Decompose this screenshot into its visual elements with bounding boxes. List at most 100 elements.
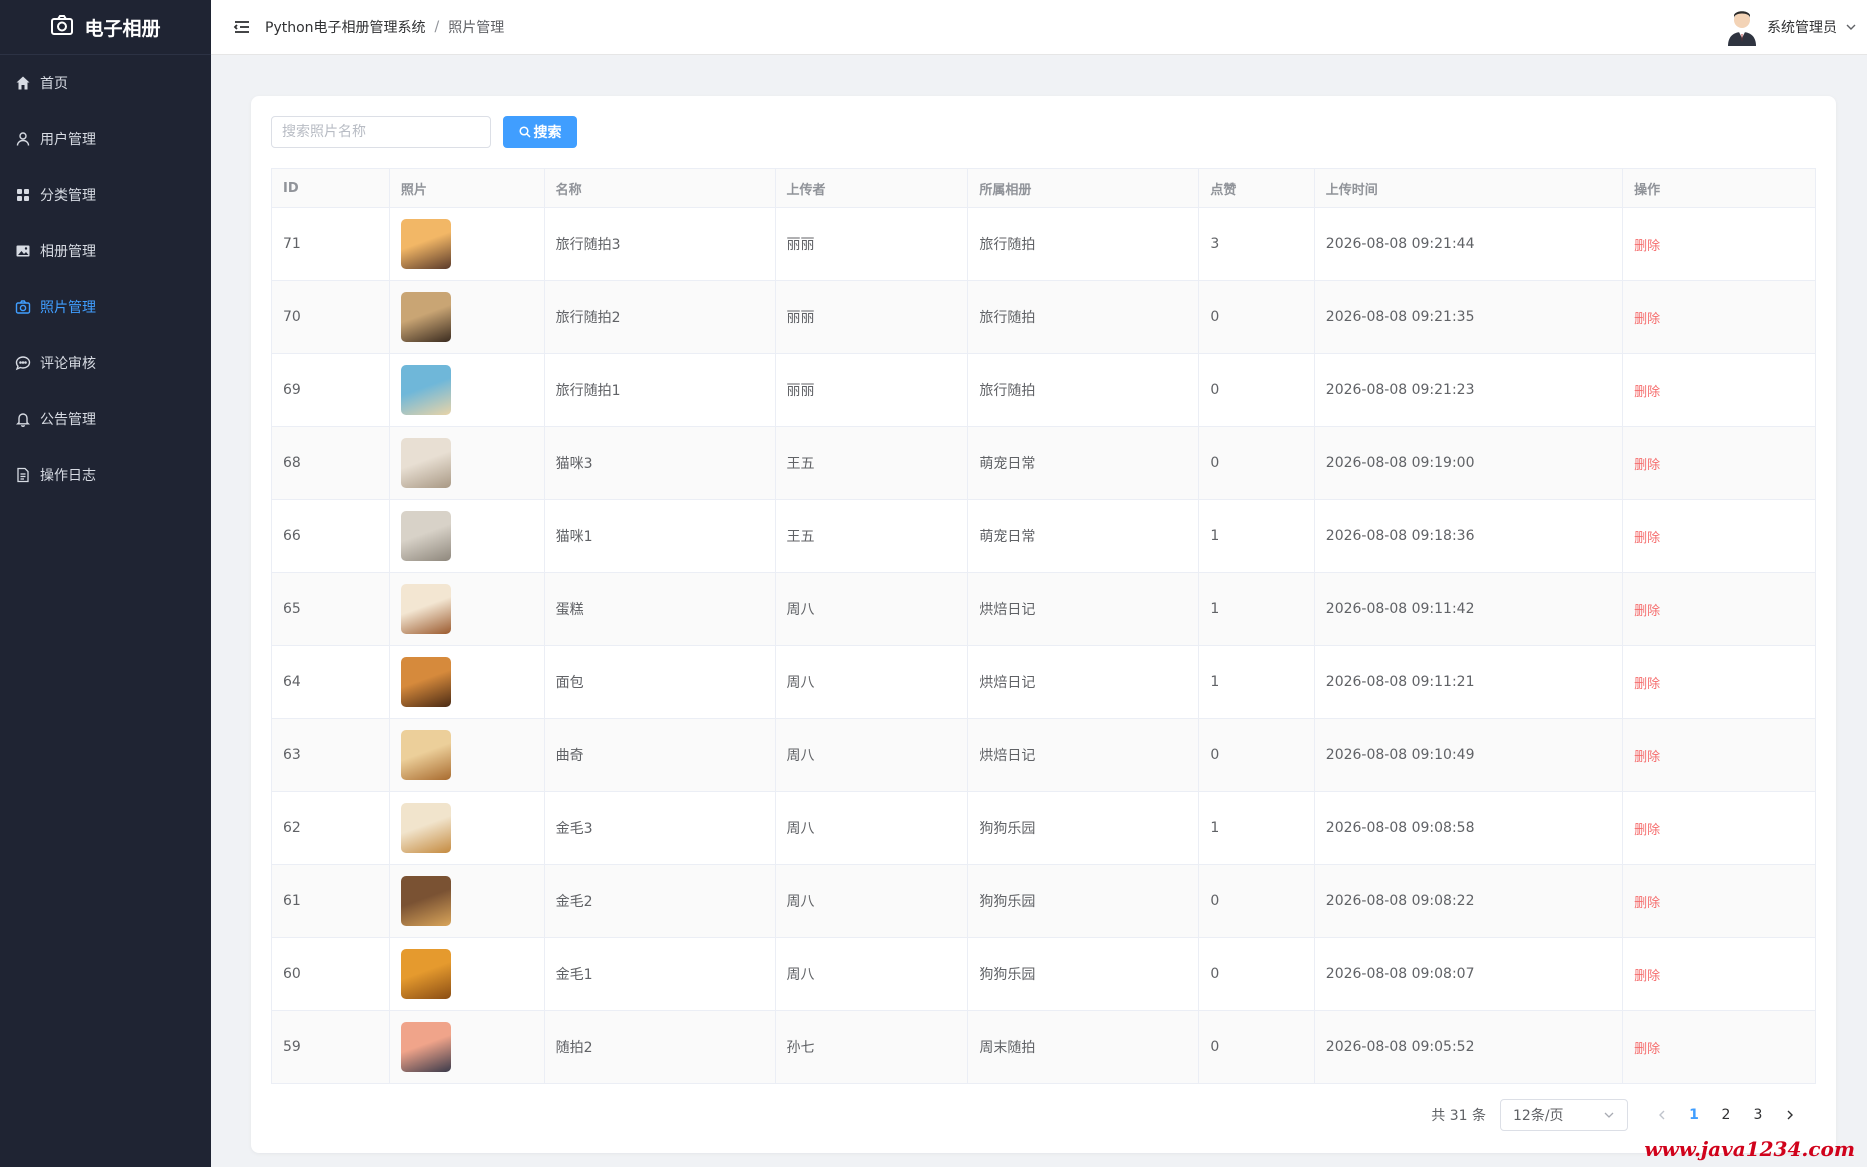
table-row: 64 面包 周八 烘焙日记 1 2026-08-08 09:11:21 删除 (271, 645, 1816, 719)
cell-uploader: 丽丽 (774, 207, 969, 281)
cell-album: 狗狗乐园 (967, 864, 1200, 938)
sidebar-item-document[interactable]: 操作日志 (0, 447, 211, 503)
cell-name: 面包 (543, 645, 776, 719)
sidebar-item-picture[interactable]: 相册管理 (0, 223, 211, 279)
cell-photo (388, 426, 545, 500)
cell-photo (388, 645, 545, 719)
search-button[interactable]: 搜索 (503, 116, 577, 148)
photo-thumbnail[interactable] (400, 949, 451, 999)
delete-button[interactable]: 删除 (1634, 458, 1660, 473)
delete-button[interactable]: 删除 (1634, 969, 1660, 984)
cell-photo (388, 1010, 545, 1084)
delete-button[interactable]: 删除 (1634, 531, 1660, 546)
cell-likes: 0 (1198, 937, 1315, 1011)
photo-thumbnail[interactable] (400, 219, 451, 269)
cell-id: 70 (271, 280, 390, 354)
page-size-select[interactable]: 12条/页 (1500, 1099, 1628, 1131)
cell-album: 萌宠日常 (967, 426, 1200, 500)
delete-button[interactable]: 删除 (1634, 604, 1660, 619)
table-row: 66 猫咪1 王五 萌宠日常 1 2026-08-08 09:18:36 删除 (271, 499, 1816, 573)
sidebar-item-label: 相册管理 (40, 244, 96, 260)
column-header: 上传时间 (1313, 168, 1624, 208)
cell-album: 烘焙日记 (967, 572, 1200, 646)
photo-thumbnail[interactable] (400, 876, 451, 926)
cell-id: 61 (271, 864, 390, 938)
delete-button[interactable]: 删除 (1634, 239, 1660, 254)
delete-button[interactable]: 删除 (1634, 385, 1660, 400)
table-row: 68 猫咪3 王五 萌宠日常 0 2026-08-08 09:19:00 删除 (271, 426, 1816, 500)
cell-name: 猫咪1 (543, 499, 776, 573)
sidebar-item-home[interactable]: 首页 (0, 55, 211, 111)
cell-actions: 删除 (1622, 353, 1816, 427)
cell-actions: 删除 (1622, 1010, 1816, 1084)
table-row: 62 金毛3 周八 狗狗乐园 1 2026-08-08 09:08:58 删除 (271, 791, 1816, 865)
column-header: 点赞 (1198, 168, 1315, 208)
cell-upload-time: 2026-08-08 09:05:52 (1313, 1010, 1624, 1084)
sidebar-item-bell[interactable]: 公告管理 (0, 391, 211, 447)
cell-photo (388, 937, 545, 1011)
breadcrumb-current: 照片管理 (448, 20, 505, 36)
photo-thumbnail[interactable] (400, 584, 451, 634)
cell-album: 烘焙日记 (967, 645, 1200, 719)
sidebar-item-chat[interactable]: 评论审核 (0, 335, 211, 391)
cell-photo (388, 864, 545, 938)
delete-button[interactable]: 删除 (1634, 896, 1660, 911)
prev-page-button[interactable] (1646, 1099, 1678, 1131)
sidebar-item-camera[interactable]: 照片管理 (0, 279, 211, 335)
cell-upload-time: 2026-08-08 09:11:21 (1313, 645, 1624, 719)
breadcrumb: Python电子相册管理系统 / 照片管理 (265, 17, 504, 37)
avatar (1725, 8, 1759, 46)
cell-upload-time: 2026-08-08 09:21:35 (1313, 280, 1624, 354)
cell-upload-time: 2026-08-08 09:18:36 (1313, 499, 1624, 573)
breadcrumb-home[interactable]: Python电子相册管理系统 (265, 17, 426, 37)
page-number-button[interactable]: 2 (1710, 1099, 1742, 1131)
cell-album: 萌宠日常 (967, 499, 1200, 573)
picture-icon (15, 243, 31, 259)
cell-photo (388, 572, 545, 646)
delete-button[interactable]: 删除 (1634, 823, 1660, 838)
photo-thumbnail[interactable] (400, 657, 451, 707)
page-number-button[interactable]: 1 (1678, 1099, 1710, 1131)
cell-actions: 删除 (1622, 426, 1816, 500)
delete-button[interactable]: 删除 (1634, 677, 1660, 692)
cell-likes: 1 (1198, 645, 1315, 719)
search-toolbar: 搜索 (271, 116, 577, 148)
cell-likes: 1 (1198, 499, 1315, 573)
page-number-button[interactable]: 3 (1742, 1099, 1774, 1131)
photo-thumbnail[interactable] (400, 1022, 451, 1072)
cell-upload-time: 2026-08-08 09:08:22 (1313, 864, 1624, 938)
photo-thumbnail[interactable] (400, 803, 451, 853)
user-name: 系统管理员 (1767, 20, 1837, 36)
chat-icon (15, 355, 31, 371)
photo-thumbnail[interactable] (400, 365, 451, 415)
cell-uploader: 周八 (774, 864, 969, 938)
cell-name: 曲奇 (543, 718, 776, 792)
camera-icon (15, 299, 31, 315)
cell-photo (388, 207, 545, 281)
photo-thumbnail[interactable] (400, 730, 451, 780)
sidebar-item-user[interactable]: 用户管理 (0, 111, 211, 167)
cell-id: 71 (271, 207, 390, 281)
delete-button[interactable]: 删除 (1634, 750, 1660, 765)
cell-id: 66 (271, 499, 390, 573)
table-row: 59 随拍2 孙七 周末随拍 0 2026-08-08 09:05:52 删除 (271, 1010, 1816, 1084)
photo-thumbnail[interactable] (400, 292, 451, 342)
cell-uploader: 周八 (774, 791, 969, 865)
photo-thumbnail[interactable] (400, 511, 451, 561)
search-input[interactable] (271, 116, 491, 148)
search-icon (518, 126, 531, 138)
cell-id: 64 (271, 645, 390, 719)
watermark: www.java1234.com (1644, 1137, 1855, 1161)
delete-button[interactable]: 删除 (1634, 312, 1660, 327)
sidebar-item-grid[interactable]: 分类管理 (0, 167, 211, 223)
cell-likes: 1 (1198, 572, 1315, 646)
column-header: 所属相册 (967, 168, 1200, 208)
top-header: Python电子相册管理系统 / 照片管理 系统管理员 (211, 0, 1867, 55)
delete-button[interactable]: 删除 (1634, 1042, 1660, 1057)
photo-thumbnail[interactable] (400, 438, 451, 488)
cell-uploader: 王五 (774, 426, 969, 500)
next-page-button[interactable] (1774, 1099, 1806, 1131)
app-logo[interactable]: 电子相册 (0, 0, 211, 55)
menu-fold-icon[interactable] (233, 18, 251, 36)
user-menu[interactable]: 系统管理员 (1725, 6, 1857, 48)
